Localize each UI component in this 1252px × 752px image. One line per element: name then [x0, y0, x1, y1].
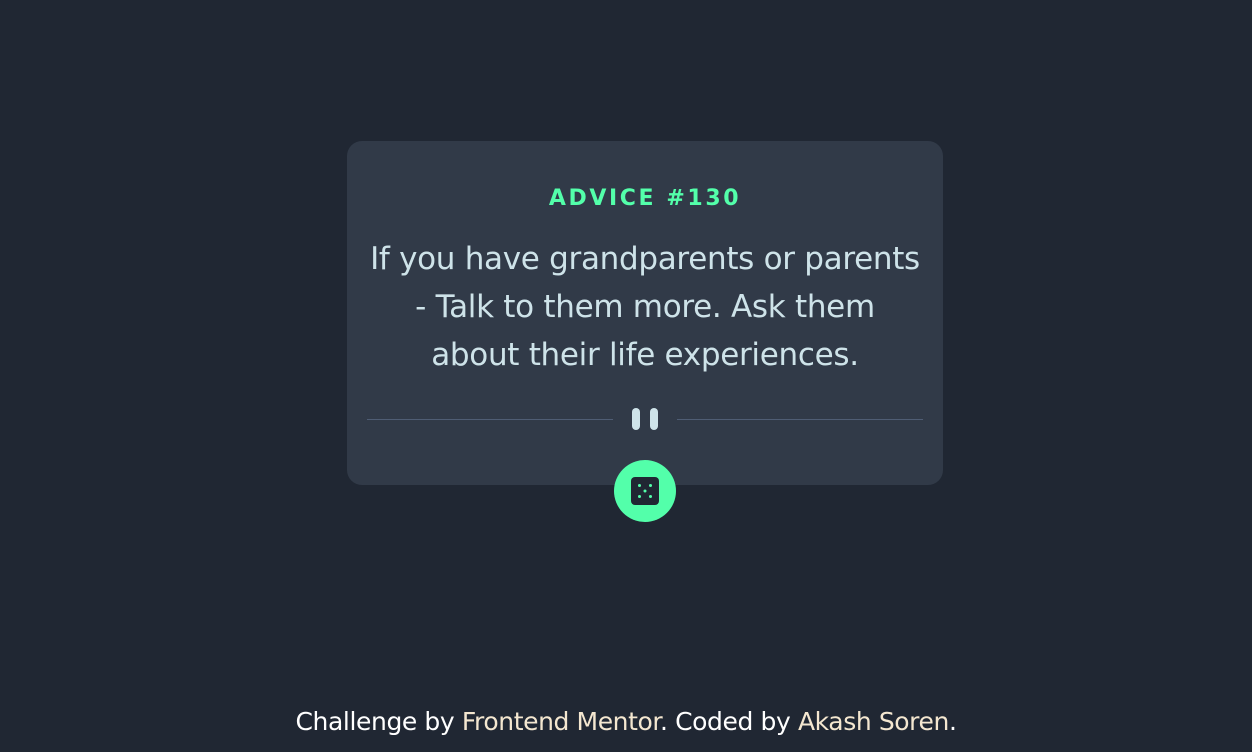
- footer-middle: . Coded by: [660, 707, 798, 736]
- pause-icon: [631, 408, 659, 430]
- footer-prefix: Challenge by: [295, 707, 462, 736]
- author-link[interactable]: Akash Soren: [798, 707, 949, 736]
- pattern-divider: [367, 408, 923, 430]
- new-advice-button[interactable]: [614, 460, 676, 522]
- advice-number: ADVICE #130: [548, 186, 742, 211]
- divider-line-left: [367, 419, 613, 420]
- footer-suffix: .: [948, 707, 957, 736]
- dice-icon: [631, 477, 659, 505]
- frontend-mentor-link[interactable]: Frontend Mentor: [462, 707, 661, 736]
- advice-card: ADVICE #130 If you have grandparents or …: [347, 141, 943, 485]
- divider-line-right: [677, 419, 923, 420]
- attribution-footer: Challenge by Frontend Mentor. Coded by A…: [0, 706, 1252, 738]
- advice-quote: If you have grandparents or parents - Ta…: [370, 241, 920, 373]
